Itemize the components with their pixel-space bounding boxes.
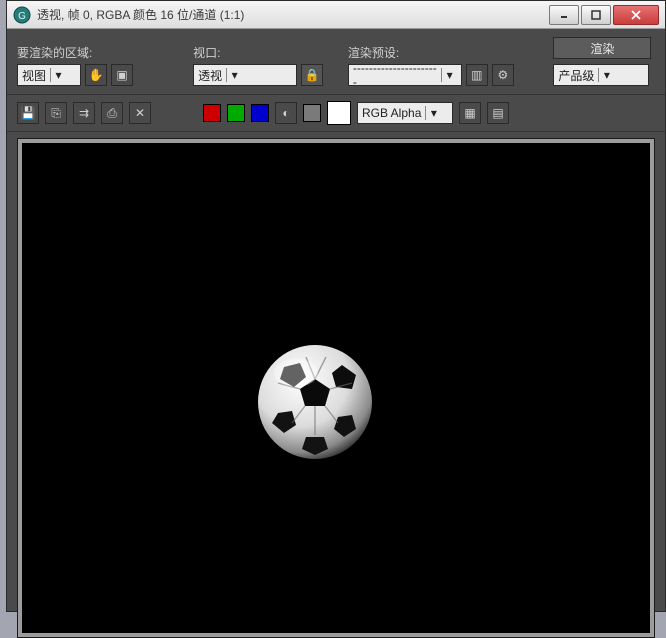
grid2-icon: ▤ bbox=[492, 106, 503, 120]
alpha-icon: ◐ bbox=[282, 106, 289, 120]
mono-swatch[interactable] bbox=[303, 104, 321, 122]
clear-button[interactable]: ✕ bbox=[129, 102, 151, 124]
area-dropdown[interactable]: 视图 ▾ bbox=[17, 64, 81, 86]
rendered-soccer-ball bbox=[256, 343, 374, 461]
gear-icon: ⚙ bbox=[497, 68, 508, 82]
viewport-value: 透视 bbox=[198, 67, 222, 84]
chevron-down-icon: ▾ bbox=[50, 68, 66, 82]
chevron-down-icon: ▾ bbox=[598, 68, 614, 82]
window-title: 透视, 帧 0, RGBA 颜色 16 位/通道 (1:1) bbox=[37, 6, 547, 23]
red-channel-swatch[interactable] bbox=[203, 104, 221, 122]
area-label: 要渲染的区域: bbox=[17, 44, 183, 61]
chevron-down-icon: ▾ bbox=[226, 68, 242, 82]
controls-row-1: 要渲染的区域: 视图 ▾ ✋ ▣ 视口: 透视 ▾ 🔒 渲染预设: bbox=[7, 29, 665, 88]
hand-icon: ✋ bbox=[89, 68, 104, 82]
lock-button[interactable]: 🔒 bbox=[301, 64, 323, 86]
production-value: 产品级 bbox=[558, 67, 594, 84]
clone-button[interactable]: ⇉ bbox=[73, 102, 95, 124]
svg-text:G: G bbox=[18, 11, 26, 22]
titlebar: G 透视, 帧 0, RGBA 颜色 16 位/通道 (1:1) bbox=[7, 1, 665, 29]
channel-dropdown[interactable]: RGB Alpha ▾ bbox=[357, 102, 453, 124]
color-picker-swatch[interactable] bbox=[327, 101, 351, 125]
blue-channel-swatch[interactable] bbox=[251, 104, 269, 122]
viewport-frame bbox=[17, 138, 655, 638]
alpha-toggle[interactable]: ◐ bbox=[275, 102, 297, 124]
preset-dropdown[interactable]: ---------------------- ▾ bbox=[348, 64, 462, 86]
preset-load-button[interactable]: ▥ bbox=[466, 64, 488, 86]
lock-icon: 🔒 bbox=[305, 68, 320, 82]
chevron-down-icon: ▾ bbox=[441, 68, 456, 82]
viewport-dropdown[interactable]: 透视 ▾ bbox=[193, 64, 297, 86]
delete-icon: ✕ bbox=[135, 106, 145, 120]
preset-value: ---------------------- bbox=[353, 61, 438, 89]
render-window: G 透视, 帧 0, RGBA 颜色 16 位/通道 (1:1) 要渲染的区域:… bbox=[6, 0, 666, 612]
chevron-down-icon: ▾ bbox=[425, 106, 441, 120]
save-icon: 💾 bbox=[21, 106, 36, 120]
minimize-button[interactable] bbox=[549, 5, 579, 25]
clone-icon: ⇉ bbox=[79, 106, 89, 120]
render-button[interactable]: 渲染 bbox=[553, 37, 651, 59]
close-button[interactable] bbox=[613, 5, 659, 25]
viewport-label: 视口: bbox=[193, 44, 338, 61]
channel-value: RGB Alpha bbox=[362, 106, 421, 120]
overlay-toggle-2[interactable]: ▤ bbox=[487, 102, 509, 124]
app-icon: G bbox=[13, 6, 31, 24]
green-channel-swatch[interactable] bbox=[227, 104, 245, 122]
preset-settings-button[interactable]: ⚙ bbox=[492, 64, 514, 86]
preset-label: 渲染预设: bbox=[348, 44, 544, 61]
render-viewport[interactable] bbox=[22, 143, 650, 633]
load-icon: ▥ bbox=[471, 68, 482, 82]
print-button[interactable]: ⎙ bbox=[101, 102, 123, 124]
region-button[interactable]: ▣ bbox=[111, 64, 133, 86]
area-value: 视图 bbox=[22, 67, 46, 84]
grid-icon: ▦ bbox=[464, 106, 475, 120]
maximize-button[interactable] bbox=[581, 5, 611, 25]
copy-button[interactable]: ⎘ bbox=[45, 102, 67, 124]
copy-icon: ⎘ bbox=[51, 106, 61, 121]
toolbar: 💾 ⎘ ⇉ ⎙ ✕ ◐ RGB Alpha ▾ ▦ ▤ bbox=[7, 94, 665, 132]
print-icon: ⎙ bbox=[107, 106, 117, 121]
save-button[interactable]: 💾 bbox=[17, 102, 39, 124]
window-buttons bbox=[547, 5, 659, 25]
region-icon: ▣ bbox=[116, 68, 127, 82]
overlay-toggle-1[interactable]: ▦ bbox=[459, 102, 481, 124]
production-dropdown[interactable]: 产品级 ▾ bbox=[553, 64, 649, 86]
pan-button[interactable]: ✋ bbox=[85, 64, 107, 86]
